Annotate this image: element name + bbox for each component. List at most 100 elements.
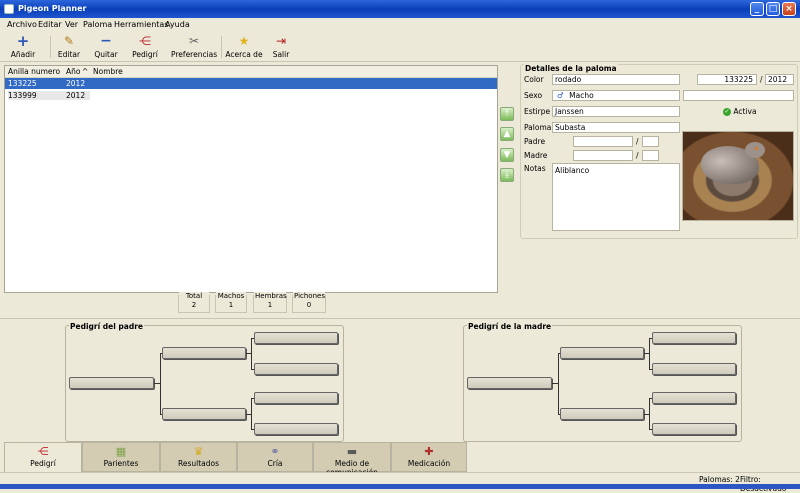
extra-field[interactable] [683, 90, 794, 101]
sex-label: Sexo [524, 91, 543, 100]
status-bar: Palomas: 2 Filtro: Desactivado [0, 472, 800, 493]
folder-icon: ▬ [346, 445, 358, 458]
pedigree-icon: ⋲ [139, 34, 151, 48]
pedigree-box[interactable] [652, 392, 736, 404]
pedigree-box[interactable] [69, 377, 154, 389]
column-name[interactable]: Nombre [93, 67, 123, 76]
preferences-label: Preferencias [171, 50, 218, 59]
status-indicator: ✓ Activa [723, 107, 757, 116]
column-year[interactable]: Año [66, 67, 80, 76]
about-button[interactable]: ★ Acerca de [225, 34, 263, 61]
tab-relatives[interactable]: ▦ Parientes [82, 442, 160, 472]
menu-herramientas[interactable]: Herramientas [114, 20, 169, 29]
pigeon-photo[interactable] [682, 131, 794, 221]
tab-media[interactable]: ▬ Medio de comunicación [313, 442, 391, 477]
pedigree-box[interactable] [652, 363, 736, 375]
close-button[interactable]: × [782, 2, 796, 16]
edit-button[interactable]: ✎ Editar [56, 34, 82, 61]
trophy-icon: ♛ [193, 445, 204, 458]
pedigree-box[interactable] [162, 347, 246, 359]
mother-year-field[interactable] [642, 150, 659, 161]
status-value: Activa [733, 107, 757, 116]
star-icon: ★ [238, 34, 250, 48]
list-header: Anilla numero Año ^ Nombre [5, 66, 497, 78]
menu-paloma[interactable]: Paloma [83, 20, 112, 29]
list-row[interactable]: 133999 2012 [5, 90, 497, 101]
mother-ring-field[interactable] [573, 150, 633, 161]
pedigree-box[interactable] [652, 423, 736, 435]
pedigree-line [160, 353, 161, 414]
pedigree-box[interactable] [467, 377, 552, 389]
notes-field[interactable]: Aliblanco [552, 163, 680, 231]
pedigree-box[interactable] [560, 347, 644, 359]
relatives-icon: ▦ [115, 445, 127, 458]
move-down-icon[interactable]: ▼ [500, 148, 514, 162]
menu-editar[interactable]: Editar [38, 20, 62, 29]
column-ring[interactable]: Anilla numero [8, 67, 60, 76]
pedigree-box[interactable] [560, 408, 644, 420]
remove-label: Quitar [94, 50, 118, 59]
toolbar: + Añadir ✎ Editar − Quitar ⋲ Pedigrí ✂ P… [0, 32, 800, 62]
menu-archivo[interactable]: Archivo [7, 20, 37, 29]
pigeon-head [745, 142, 765, 158]
loft-label: Palomar [524, 123, 555, 132]
year-cell: 2012 [64, 91, 90, 100]
exit-icon: ⇥ [275, 34, 287, 48]
quit-button[interactable]: ⇥ Salir [270, 34, 292, 61]
pedigree-box[interactable] [162, 408, 246, 420]
year-cell: 2012 [66, 79, 86, 88]
father-ring-field[interactable] [573, 136, 633, 147]
tab-medication[interactable]: ✚ Medicación [391, 442, 467, 472]
pedigree-box[interactable] [652, 332, 736, 344]
menu-ayuda[interactable]: Ayuda [165, 20, 190, 29]
pedigree-line [558, 353, 559, 414]
ring-number-field[interactable]: 133225 [697, 74, 757, 85]
remove-button[interactable]: − Quitar [93, 34, 119, 61]
father-pedigree-panel: Pedigrí del padre [65, 322, 344, 442]
pedigree-box[interactable] [254, 392, 338, 404]
ring-cell: 133225 [8, 79, 37, 88]
males-value: 1 [216, 300, 246, 310]
tab-breeding[interactable]: ⚭ Cría [237, 442, 313, 472]
color-field[interactable]: rodado [552, 74, 680, 85]
loft-field[interactable]: Subasta [552, 122, 680, 133]
pedigree-box[interactable] [254, 423, 338, 435]
move-top-icon[interactable]: ⤒ [500, 107, 514, 121]
menu-ver[interactable]: Ver [65, 20, 78, 29]
tab-pedigree-label: Pedigrí [30, 459, 56, 468]
quit-label: Salir [272, 50, 290, 59]
plus-icon: + [16, 32, 30, 50]
sex-field[interactable]: ♂ Macho [552, 90, 680, 101]
squabs-value: 0 [293, 300, 325, 310]
tab-relatives-label: Parientes [103, 459, 139, 468]
year-field[interactable]: 2012 [765, 74, 794, 85]
ring-cell: 133999 [8, 91, 64, 100]
pedigree-line [649, 398, 650, 429]
males-count: Machos 1 [215, 292, 247, 313]
pedigree-icon: ⋲ [37, 445, 49, 458]
add-button[interactable]: + Añadir [8, 34, 38, 61]
maximize-button[interactable]: □ [766, 2, 780, 16]
minimize-button[interactable]: _ [750, 2, 764, 16]
strain-field[interactable]: Janssen [552, 106, 680, 117]
preferences-button[interactable]: ✂ Preferencias [171, 34, 217, 61]
pigeon-list[interactable]: Anilla numero Año ^ Nombre 133225 2012 1… [4, 65, 498, 293]
menu-bar: Archivo Editar Ver Paloma Herramientas A… [0, 18, 800, 32]
about-label: Acerca de [225, 50, 263, 59]
title-bar[interactable]: Pigeon Planner _ □ × [0, 0, 800, 18]
male-icon: ♂ [557, 91, 564, 100]
tab-results[interactable]: ♛ Resultados [160, 442, 237, 472]
move-up-icon[interactable]: ▲ [500, 127, 514, 141]
pane-divider[interactable] [0, 318, 800, 319]
pedigree-box[interactable] [254, 332, 338, 344]
pedigree-box[interactable] [254, 363, 338, 375]
father-year-field[interactable] [642, 136, 659, 147]
females-count: Hembras 1 [253, 292, 287, 313]
year-separator: / [760, 75, 763, 84]
pedigree-button[interactable]: ⋲ Pedigrí [130, 34, 160, 61]
move-bottom-icon[interactable]: ⤓ [500, 168, 514, 182]
list-row[interactable]: 133225 2012 [5, 78, 497, 89]
window-title: Pigeon Planner [18, 4, 87, 13]
tab-pedigree[interactable]: ⋲ Pedigrí [4, 442, 82, 472]
sex-value: Macho [569, 91, 594, 100]
